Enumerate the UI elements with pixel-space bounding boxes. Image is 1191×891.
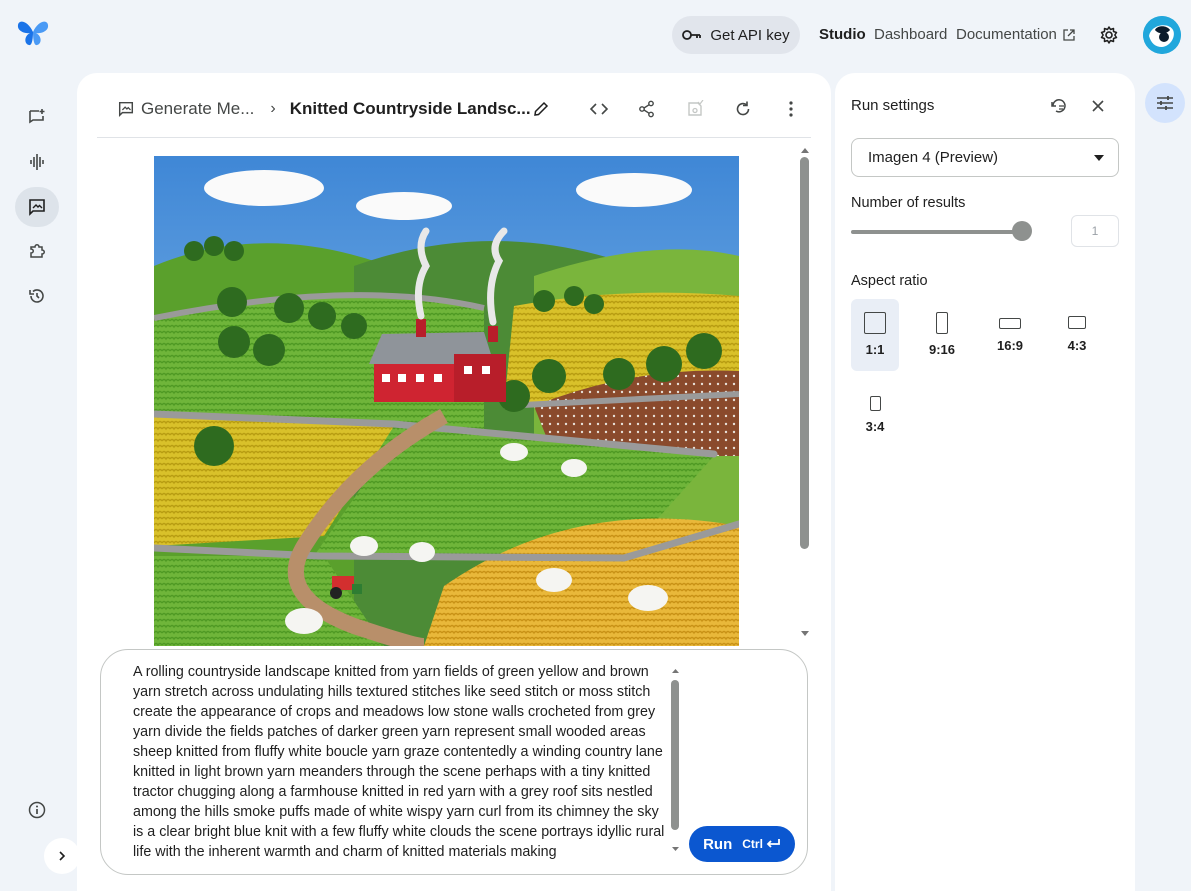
pencil-icon: [534, 101, 549, 116]
chat-add-icon: [29, 109, 45, 124]
number-of-results-label: Number of results: [851, 195, 966, 211]
puzzle-icon: [30, 244, 45, 258]
prompt-text[interactable]: A rolling countryside landscape knitted …: [133, 662, 673, 862]
info-nav-button[interactable]: [15, 790, 59, 830]
key-icon: [682, 30, 702, 40]
portrait-rect-icon: [869, 396, 881, 411]
results-slider-track[interactable]: [851, 230, 1023, 234]
toolbar-divider: [97, 137, 811, 138]
reset-button[interactable]: [729, 95, 757, 123]
history-icon: [29, 289, 44, 303]
run-label: Run: [703, 835, 733, 853]
aspect-option-label: 9:16: [928, 342, 956, 357]
refresh-icon: [736, 101, 750, 116]
stream-nav-button[interactable]: [15, 142, 59, 182]
tune-icon: [1157, 96, 1173, 110]
run-shortcut-label: Ctrl: [742, 837, 763, 851]
history-nav-button[interactable]: [15, 276, 59, 316]
landscape-rect-icon: [999, 318, 1021, 329]
results-slider-thumb[interactable]: [1012, 221, 1032, 241]
top-bar: Get API key Studio Dashboard Documentati…: [0, 0, 1191, 70]
api-key-label: Get API key: [710, 26, 790, 44]
nav-documentation-label: Documentation: [956, 26, 1057, 43]
save-drive-icon: [688, 100, 704, 116]
reset-settings-button[interactable]: [1048, 95, 1070, 117]
image-chat-icon: [118, 101, 134, 118]
breadcrumb: Generate Me... › Knitted Countryside Lan…: [117, 97, 531, 121]
app-logo-icon[interactable]: [16, 18, 50, 48]
close-icon: [1092, 100, 1104, 112]
build-nav-button[interactable]: [15, 231, 59, 271]
more-options-button[interactable]: [777, 95, 805, 123]
audio-wave-icon: [30, 154, 44, 170]
edit-title-button[interactable]: [527, 95, 555, 123]
aspect-option-16-9[interactable]: 16:9: [986, 299, 1034, 371]
results-number-input[interactable]: 1: [1071, 215, 1119, 247]
portrait-rect-icon: [936, 312, 948, 334]
toggle-run-settings-button[interactable]: [1145, 83, 1185, 123]
prompt-input[interactable]: A rolling countryside landscape knitted …: [100, 649, 808, 875]
aspect-option-label: 3:4: [865, 419, 885, 434]
run-settings-title: Run settings: [851, 97, 935, 114]
code-icon: [589, 103, 609, 115]
generated-image[interactable]: [154, 156, 739, 646]
chat-prompt-nav-button[interactable]: [15, 97, 59, 137]
main-panel: Generate Me... › Knitted Countryside Lan…: [77, 73, 831, 891]
expand-sidebar-button[interactable]: [44, 838, 80, 874]
aspect-option-1-1[interactable]: 1:1: [851, 299, 899, 371]
run-shortcut: Ctrl: [742, 837, 781, 851]
save-drive-button[interactable]: [681, 95, 709, 123]
breadcrumb-parent[interactable]: Generate Me...: [117, 99, 254, 119]
get-code-button[interactable]: [585, 95, 613, 123]
page-title: Knitted Countryside Landsc...: [289, 99, 531, 118]
dropdown-caret-icon: [1094, 155, 1104, 161]
aspect-option-label: 1:1: [865, 342, 885, 357]
enter-key-icon: [766, 839, 780, 848]
generate-media-nav-button[interactable]: [15, 187, 59, 227]
share-icon: [639, 100, 654, 118]
aspect-option-label: 4:3: [1067, 338, 1087, 353]
chevron-right-icon: [59, 851, 66, 861]
reset-settings-icon: [1051, 99, 1066, 113]
image-chat-icon: [29, 199, 45, 216]
info-icon: [28, 801, 46, 819]
run-button[interactable]: Run Ctrl: [689, 826, 795, 862]
aspect-option-3-4[interactable]: 3:4: [851, 379, 899, 451]
landscape-rect-icon: [1068, 316, 1086, 329]
model-select[interactable]: Imagen 4 (Preview): [851, 138, 1119, 177]
run-settings-panel: Run settings Imagen 4 (Preview) Number o…: [835, 73, 1135, 891]
get-api-key-button[interactable]: Get API key: [672, 16, 800, 54]
prompt-scroll-thumb[interactable]: [671, 680, 679, 830]
share-button[interactable]: [633, 95, 661, 123]
aspect-ratio-label: Aspect ratio: [851, 273, 928, 289]
settings-gear-icon[interactable]: [1098, 24, 1120, 46]
nav-studio[interactable]: Studio: [819, 26, 866, 43]
user-avatar[interactable]: [1143, 16, 1181, 54]
nav-dashboard[interactable]: Dashboard: [874, 26, 947, 43]
more-vert-icon: [789, 101, 793, 117]
aspect-option-4-3[interactable]: 4:3: [1053, 299, 1101, 371]
content-scroll-thumb[interactable]: [800, 157, 809, 549]
square-icon: [864, 312, 886, 334]
aspect-option-label: 16:9: [996, 338, 1024, 353]
external-link-icon: [1063, 28, 1075, 41]
close-settings-button[interactable]: [1087, 95, 1109, 117]
breadcrumb-separator-icon: ›: [270, 100, 276, 117]
aspect-option-9-16[interactable]: 9:16: [918, 299, 966, 371]
nav-documentation[interactable]: Documentation: [956, 26, 1076, 43]
breadcrumb-parent-label: Generate Me...: [141, 99, 255, 118]
model-select-value: Imagen 4 (Preview): [868, 149, 999, 166]
